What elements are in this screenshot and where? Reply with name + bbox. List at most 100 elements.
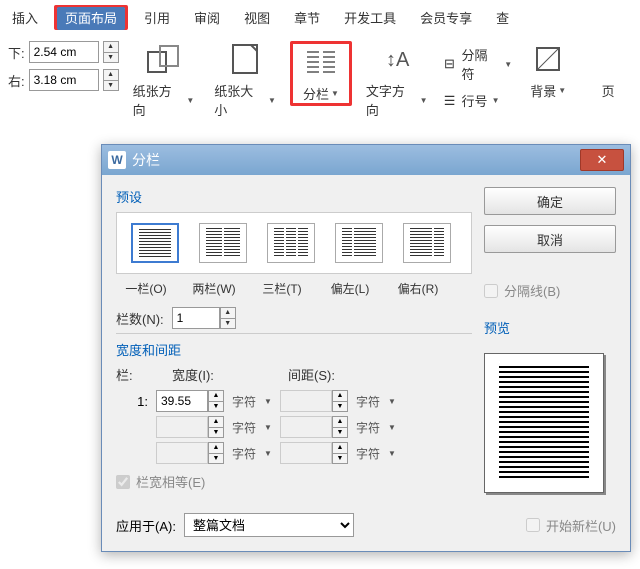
breaks-icon: ⊟ <box>442 56 458 72</box>
margin-right-input[interactable] <box>29 69 99 91</box>
papersize-button[interactable]: 纸张大小▼ <box>208 41 282 119</box>
columns-button[interactable]: 分栏▼ <box>293 44 349 103</box>
colcount-input[interactable] <box>172 307 220 329</box>
chevron-down-icon: ▼ <box>264 423 272 432</box>
unit-label: 字符 <box>356 393 380 410</box>
row1-spacing-spinner: ▲▼ <box>332 390 348 412</box>
chevron-down-icon: ▼ <box>492 96 500 105</box>
tab-chapter[interactable]: 章节 <box>286 4 328 31</box>
tab-review[interactable]: 审阅 <box>186 4 228 31</box>
margin-right-label: 右: <box>8 71 25 90</box>
tab-insert[interactable]: 插入 <box>4 4 46 31</box>
margin-bottom-input[interactable] <box>29 41 99 63</box>
tab-reference[interactable]: 引用 <box>136 4 178 31</box>
chevron-down-icon: ▼ <box>268 96 276 105</box>
row1-width-spinner[interactable]: ▲▼ <box>208 390 224 412</box>
colcount-label: 栏数(N): <box>116 309 164 328</box>
textdirection-label: 文字方向 <box>366 81 418 119</box>
widthdist-label: 宽度和间距 <box>116 340 472 359</box>
tab-view[interactable]: 视图 <box>236 4 278 31</box>
preset-left-label: 偏左(L) <box>320 280 380 297</box>
background-button[interactable]: 背景▼ <box>520 41 576 100</box>
col-hdr: 栏: <box>116 365 156 384</box>
chevron-down-icon: ▼ <box>504 60 512 69</box>
spinner-disabled: ▲▼ <box>332 416 348 438</box>
unit-label: 字符 <box>232 419 256 436</box>
margins-group: 下: ▲▼ 右: ▲▼ <box>8 41 119 91</box>
cancel-button[interactable]: 取消 <box>484 225 616 253</box>
background-icon <box>530 41 566 77</box>
breaks-button[interactable]: ⊟ 分隔符 ▼ <box>442 45 513 83</box>
chevron-down-icon: ▼ <box>388 449 396 458</box>
textdirection-button[interactable]: ↕A 文字方向▼ <box>360 41 434 119</box>
colcount-spinner[interactable]: ▲▼ <box>220 307 236 329</box>
equalwidth-label: 栏宽相等(E) <box>136 472 205 491</box>
highlight-columns: 分栏▼ <box>290 41 352 106</box>
unit-label: 字符 <box>232 393 256 410</box>
pageedge-button[interactable]: 页 <box>584 41 632 100</box>
preset-label: 预设 <box>116 187 472 206</box>
pageedge-label: 页 <box>602 81 615 100</box>
preview-content <box>499 366 589 480</box>
papersize-icon <box>227 41 263 77</box>
orientation-label: 纸张方向 <box>133 81 185 119</box>
row1-width-input[interactable] <box>156 390 208 412</box>
dialog-titlebar[interactable]: W 分栏 ✕ <box>102 145 630 175</box>
preset-left[interactable] <box>329 223 389 263</box>
spinner-disabled: ▲▼ <box>332 442 348 464</box>
chevron-down-icon: ▼ <box>331 89 339 98</box>
preview-box <box>484 353 604 493</box>
breaks-label: 分隔符 <box>461 45 500 83</box>
margin-right-spinner[interactable]: ▲▼ <box>103 69 119 91</box>
preset-right-label: 偏右(R) <box>388 280 448 297</box>
chevron-down-icon: ▼ <box>186 96 194 105</box>
tab-devtools[interactable]: 开发工具 <box>336 4 404 31</box>
linenum-label: 行号 <box>462 91 488 110</box>
orientation-button[interactable]: 纸张方向▼ <box>127 41 201 119</box>
ribbon-body: 下: ▲▼ 右: ▲▼ 纸张方向▼ 纸张大小▼ <box>0 37 640 129</box>
preset-one[interactable] <box>125 223 185 263</box>
tab-vip[interactable]: 会员专享 <box>412 4 480 31</box>
background-label: 背景 <box>530 81 556 100</box>
orientation-icon <box>145 41 181 77</box>
preset-two[interactable] <box>193 223 253 263</box>
newcol-checkbox <box>526 518 540 532</box>
chevron-down-icon: ▼ <box>420 96 428 105</box>
close-icon: ✕ <box>597 152 608 168</box>
tab-find[interactable]: 查 <box>488 4 517 31</box>
width-hdr: 宽度(I): <box>172 365 272 384</box>
tab-page-layout[interactable]: 页面布局 <box>57 7 125 30</box>
newcol-label: 开始新栏(U) <box>546 516 616 535</box>
preset-one-label: 一栏(O) <box>116 280 176 297</box>
linenum-button[interactable]: ☰ 行号 ▼ <box>442 91 513 110</box>
row3-width-input <box>156 442 208 464</box>
preset-three[interactable] <box>261 223 321 263</box>
row1-spacing-input <box>280 390 332 412</box>
chevron-down-icon: ▼ <box>388 397 396 406</box>
chevron-down-icon[interactable]: ▼ <box>264 397 272 406</box>
margin-bottom-spinner[interactable]: ▲▼ <box>103 41 119 63</box>
chevron-down-icon: ▼ <box>558 86 566 95</box>
linenum-icon: ☰ <box>442 93 458 109</box>
papersize-label: 纸张大小 <box>214 81 266 119</box>
columns-icon <box>303 44 339 80</box>
apply-select[interactable]: 整篇文档 <box>184 513 354 537</box>
highlight-page-layout: 页面布局 <box>54 5 128 30</box>
close-button[interactable]: ✕ <box>580 149 624 171</box>
unit-label: 字符 <box>356 445 380 462</box>
ribbon-tabs: 插入 页面布局 引用 审阅 视图 章节 开发工具 会员专享 查 <box>0 0 640 37</box>
row2-spacing-input <box>280 416 332 438</box>
separator-label: 分隔线(B) <box>504 281 560 300</box>
preset-two-label: 两栏(W) <box>184 280 244 297</box>
preset-right[interactable] <box>397 223 457 263</box>
textdirection-icon: ↕A <box>379 41 415 77</box>
row2-width-input <box>156 416 208 438</box>
apply-label: 应用于(A): <box>116 516 176 535</box>
spinner-disabled: ▲▼ <box>208 416 224 438</box>
ok-button[interactable]: 确定 <box>484 187 616 215</box>
page-icon <box>590 41 626 77</box>
preview-label: 预览 <box>484 318 616 337</box>
chevron-down-icon: ▼ <box>388 423 396 432</box>
spacing-hdr: 间距(S): <box>288 365 388 384</box>
row3-spacing-input <box>280 442 332 464</box>
